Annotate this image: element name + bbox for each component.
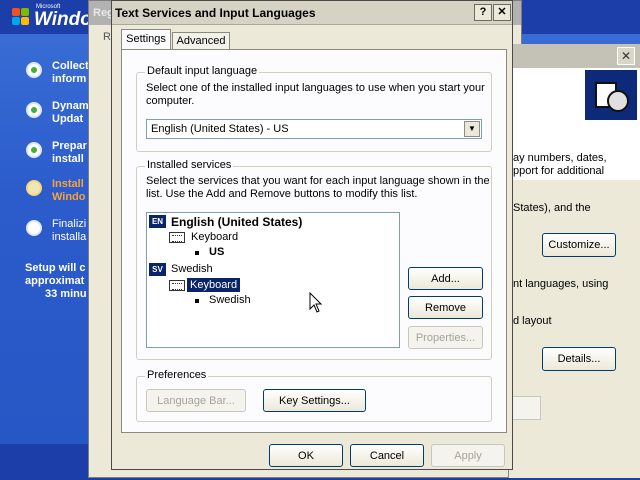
right-text: States), and the <box>513 202 591 214</box>
right-text: d layout <box>513 315 552 327</box>
keyboard-icon <box>169 280 185 291</box>
step-label: Windo <box>52 191 86 203</box>
group-label: Default input language <box>145 65 260 77</box>
step-done-icon <box>26 62 42 78</box>
step-label: install <box>52 153 84 165</box>
cancel-button[interactable]: Cancel <box>350 444 424 467</box>
step-label: Prepar <box>52 140 87 152</box>
language-badge: SV <box>149 263 166 276</box>
tree-service-swedish[interactable]: Swedish <box>209 294 251 306</box>
right-text: nt languages, using <box>513 278 609 290</box>
settings-tab-panel: Default input language Select one of the… <box>121 49 507 433</box>
windows-logo: Microsoft Windo <box>10 2 100 32</box>
step-done-icon <box>26 142 42 158</box>
default-input-description: Select one of the installed input langua… <box>146 82 485 107</box>
details-button[interactable]: Details... <box>542 347 616 371</box>
tree-language-english[interactable]: English (United States) <box>171 215 302 229</box>
language-bar-button[interactable]: Language Bar... <box>146 389 246 412</box>
right-text: pport for additional <box>513 165 605 177</box>
regional-tab-fragment: R <box>103 31 111 43</box>
bullet-icon <box>195 299 199 303</box>
group-label: Installed services <box>145 159 234 171</box>
close-icon[interactable]: ✕ <box>493 4 511 21</box>
step-done-icon <box>26 102 42 118</box>
tab-advanced[interactable]: Advanced <box>172 32 230 50</box>
installed-services-description: Select the services that you want for ea… <box>146 175 490 200</box>
obscured-button <box>509 396 541 420</box>
installed-services-tree[interactable]: EN English (United States) Keyboard US S… <box>146 212 400 348</box>
select-value: English (United States) - US <box>151 123 289 135</box>
tree-service-us[interactable]: US <box>209 246 224 258</box>
apply-button[interactable]: Apply <box>431 444 505 467</box>
step-label: installa <box>52 231 87 243</box>
step-label: inform <box>52 73 87 85</box>
keyboard-icon <box>169 232 185 243</box>
step-pending-icon <box>26 220 42 236</box>
tab-settings[interactable]: Settings <box>121 29 171 50</box>
text-services-dialog: Text Services and Input Languages ? ✕ Se… <box>111 0 513 470</box>
customize-button[interactable]: Customize... <box>542 233 616 257</box>
ok-button[interactable]: OK <box>269 444 343 467</box>
software-box-icon <box>591 74 633 116</box>
logo-windows-text: Windo <box>34 9 92 30</box>
step-current-icon <box>26 180 42 196</box>
properties-button[interactable]: Properties... <box>408 326 483 349</box>
bullet-icon <box>195 251 199 255</box>
setup-box-icon-frame <box>585 70 637 120</box>
help-icon[interactable]: ? <box>474 4 492 21</box>
step-label: Dynam <box>52 100 89 112</box>
step-label: Install <box>52 178 84 190</box>
dialog-titlebar: Text Services and Input Languages ? ✕ <box>112 1 512 25</box>
step-label: Collect <box>52 60 89 72</box>
key-settings-button[interactable]: Key Settings... <box>263 389 366 412</box>
tree-category-keyboard-selected[interactable]: Keyboard <box>187 278 241 292</box>
step-label: Updat <box>52 113 84 125</box>
setup-time-remaining: Setup will c approximat 33 minu <box>25 262 87 300</box>
group-label: Preferences <box>145 369 209 381</box>
right-dialog-titlebar: ✕ <box>509 44 640 68</box>
remove-button[interactable]: Remove <box>408 296 483 319</box>
add-button[interactable]: Add... <box>408 267 483 290</box>
windows-flag-icon <box>12 8 30 26</box>
dialog-title: Text Services and Input Languages <box>115 6 316 20</box>
mouse-pointer-icon <box>309 292 323 313</box>
chevron-down-icon[interactable]: ▼ <box>464 121 480 137</box>
tree-category-keyboard[interactable]: Keyboard <box>191 231 238 243</box>
tree-language-swedish[interactable]: Swedish <box>171 263 213 275</box>
right-dialog-close-icon[interactable]: ✕ <box>617 47 635 65</box>
default-language-select[interactable]: English (United States) - US ▼ <box>146 119 482 139</box>
step-label: Finalizi <box>52 218 87 230</box>
right-text: ay numbers, dates, <box>513 152 607 164</box>
regional-language-dialog: ✕ ay numbers, dates, pport for additiona… <box>508 44 640 478</box>
language-badge: EN <box>149 215 166 228</box>
